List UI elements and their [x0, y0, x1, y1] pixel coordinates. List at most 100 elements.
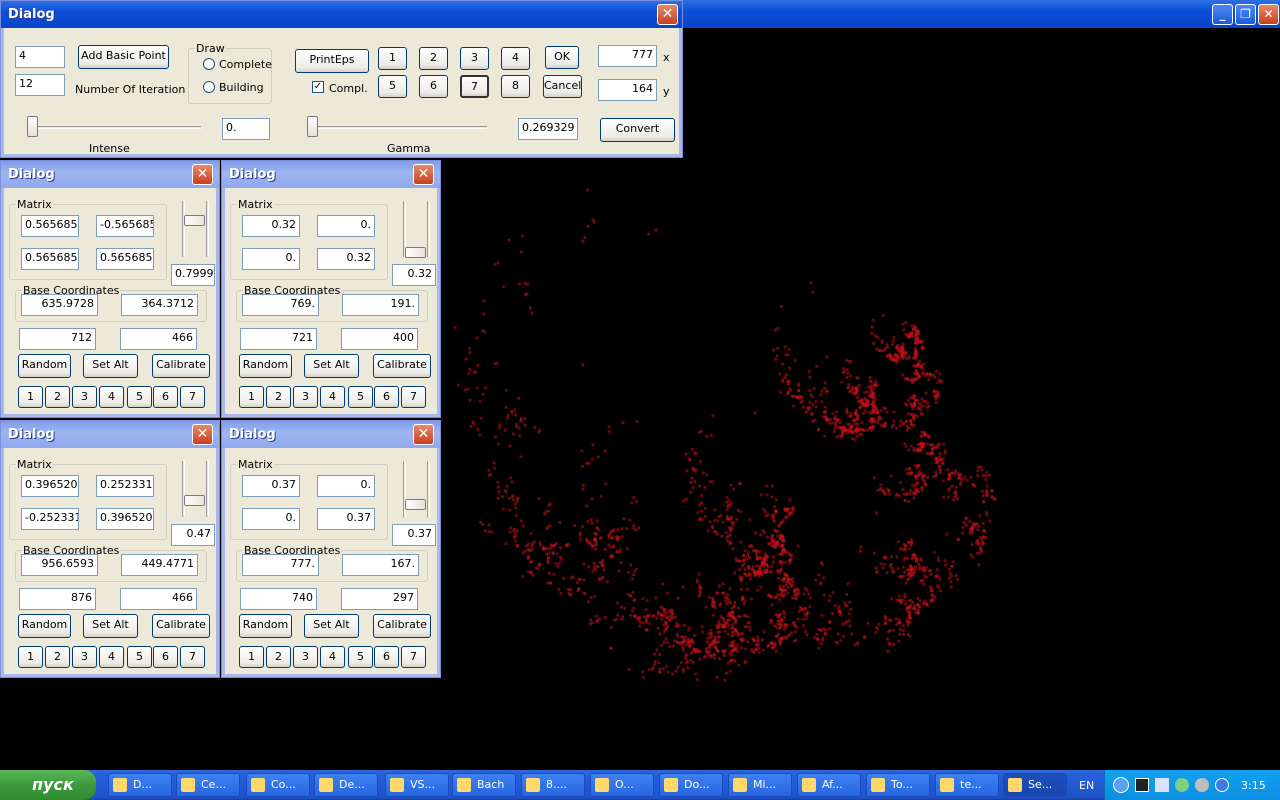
matrix-cell-1[interactable]: 0.565685: [21, 215, 79, 237]
taskbar-button-11[interactable]: Af...: [797, 773, 861, 797]
tray-arrow-icon[interactable]: [1113, 777, 1129, 793]
num-button-7[interactable]: 7: [180, 386, 205, 408]
close-icon[interactable]: ✕: [657, 4, 678, 25]
volume-icon[interactable]: [1195, 778, 1209, 792]
taskbar-button-3[interactable]: Co...: [246, 773, 310, 797]
close-icon[interactable]: ✕: [192, 424, 213, 445]
matrix-cell-3[interactable]: 0.: [242, 248, 300, 270]
num-button-6[interactable]: 6: [374, 646, 399, 668]
scale-slider-thumb[interactable]: [405, 247, 426, 258]
num-button-4[interactable]: 4: [501, 47, 530, 70]
coord-y-input[interactable]: 466: [120, 588, 197, 610]
dialog-titlebar[interactable]: Dialog ✕: [1, 421, 219, 448]
basic-point-input[interactable]: 4: [15, 46, 65, 68]
num-button-5[interactable]: 5: [348, 386, 373, 408]
num-button-2[interactable]: 2: [45, 646, 70, 668]
set-alt-button[interactable]: Set Alt: [83, 614, 138, 638]
num-button-5[interactable]: 5: [127, 646, 152, 668]
num-button-7[interactable]: 7: [401, 646, 426, 668]
base-x-input[interactable]: 956.6593: [21, 554, 98, 576]
minimize-icon[interactable]: _: [1212, 4, 1233, 25]
num-button-6[interactable]: 6: [153, 386, 178, 408]
scale-slider-thumb[interactable]: [184, 215, 205, 226]
cancel-button[interactable]: Cancel: [543, 75, 582, 98]
gamma-slider-track[interactable]: [311, 126, 487, 129]
scale-slider-track-2[interactable]: [427, 201, 430, 257]
base-y-input[interactable]: 364.3712: [121, 294, 198, 316]
taskbar-button-1[interactable]: D...: [108, 773, 172, 797]
num-button-1[interactable]: 1: [378, 47, 407, 70]
base-x-input[interactable]: 769.: [242, 294, 319, 316]
num-button-7[interactable]: 7: [401, 386, 426, 408]
num-button-3[interactable]: 3: [72, 386, 97, 408]
taskbar-button-9[interactable]: Do...: [659, 773, 723, 797]
matrix-cell-4[interactable]: 0.396520: [96, 508, 154, 530]
calibrate-button[interactable]: Calibrate: [373, 614, 431, 638]
num-button-5[interactable]: 5: [127, 386, 152, 408]
num-button-7[interactable]: 7: [180, 646, 205, 668]
matrix-cell-4[interactable]: 0.565685: [96, 248, 154, 270]
close-icon[interactable]: ✕: [1258, 4, 1279, 25]
coord-x-input[interactable]: 876: [19, 588, 96, 610]
random-button[interactable]: Random: [18, 354, 71, 378]
coord-x-input[interactable]: 712: [19, 328, 96, 350]
start-button[interactable]: пуск: [0, 770, 96, 800]
taskbar-button-6[interactable]: Bach: [452, 773, 516, 797]
num-button-1[interactable]: 1: [239, 646, 264, 668]
scale-slider-track-2[interactable]: [427, 461, 430, 517]
calibrate-button[interactable]: Calibrate: [152, 354, 210, 378]
matrix-cell-3[interactable]: 0.565685: [21, 248, 79, 270]
num-button-4[interactable]: 4: [320, 386, 345, 408]
matrix-cell-3[interactable]: -0.252331: [21, 508, 79, 530]
num-button-3[interactable]: 3: [293, 646, 318, 668]
matrix-cell-4[interactable]: 0.37: [317, 508, 375, 530]
num-button-3[interactable]: 3: [293, 386, 318, 408]
calibrate-button[interactable]: Calibrate: [152, 614, 210, 638]
close-icon[interactable]: ✕: [413, 164, 434, 185]
coord-y-input[interactable]: 466: [120, 328, 197, 350]
coord-y-input[interactable]: 297: [341, 588, 418, 610]
close-icon[interactable]: ✕: [413, 424, 434, 445]
coord-x-input[interactable]: 740: [240, 588, 317, 610]
base-y-input[interactable]: 191.: [342, 294, 419, 316]
print-eps-button[interactable]: PrintEps: [295, 49, 369, 73]
matrix-cell-1[interactable]: 0.32: [242, 215, 300, 237]
taskbar-button-2[interactable]: Ce...: [176, 773, 240, 797]
scale-value-input[interactable]: 0.32: [392, 264, 436, 286]
main-dialog-titlebar[interactable]: Dialog ✕: [1, 1, 682, 28]
scale-slider-track[interactable]: [182, 461, 185, 517]
base-x-input[interactable]: 635.9728: [21, 294, 98, 316]
taskbar-button-14[interactable]: Se...: [1003, 773, 1067, 797]
scale-slider-thumb[interactable]: [405, 499, 426, 510]
gamma-slider-thumb[interactable]: [307, 116, 318, 137]
taskbar-button-7[interactable]: 8....: [521, 773, 585, 797]
complete-radio[interactable]: [203, 58, 215, 70]
scale-slider-track[interactable]: [182, 201, 185, 257]
calibrate-button[interactable]: Calibrate: [373, 354, 431, 378]
random-button[interactable]: Random: [18, 614, 71, 638]
set-alt-button[interactable]: Set Alt: [304, 354, 359, 378]
num-button-5[interactable]: 5: [348, 646, 373, 668]
base-y-input[interactable]: 449.4771: [121, 554, 198, 576]
coord-y-input[interactable]: 400: [341, 328, 418, 350]
matrix-cell-2[interactable]: -0.565685: [96, 215, 154, 237]
matrix-cell-3[interactable]: 0.: [242, 508, 300, 530]
scale-value-input[interactable]: 0.7999: [171, 264, 215, 286]
dialog-titlebar[interactable]: Dialog ✕: [222, 421, 440, 448]
coord-x-input[interactable]: 721: [240, 328, 317, 350]
intense-input[interactable]: 0.: [222, 118, 270, 140]
matrix-cell-2[interactable]: 0.: [317, 475, 375, 497]
matrix-cell-4[interactable]: 0.32: [317, 248, 375, 270]
num-button-4[interactable]: 4: [99, 386, 124, 408]
num-button-4[interactable]: 4: [320, 646, 345, 668]
num-button-2[interactable]: 2: [266, 646, 291, 668]
tray-status-icon[interactable]: [1175, 778, 1189, 792]
matrix-cell-1[interactable]: 0.396520: [21, 475, 79, 497]
x-input[interactable]: 777: [598, 45, 657, 67]
dialog-titlebar[interactable]: Dialog ✕: [1, 161, 219, 188]
scale-slider-track-2[interactable]: [206, 461, 209, 517]
gamma-input[interactable]: 0.269329: [518, 118, 578, 140]
building-radio[interactable]: [203, 81, 215, 93]
num-button-2[interactable]: 2: [419, 47, 448, 70]
tray-update-icon[interactable]: [1215, 778, 1229, 792]
